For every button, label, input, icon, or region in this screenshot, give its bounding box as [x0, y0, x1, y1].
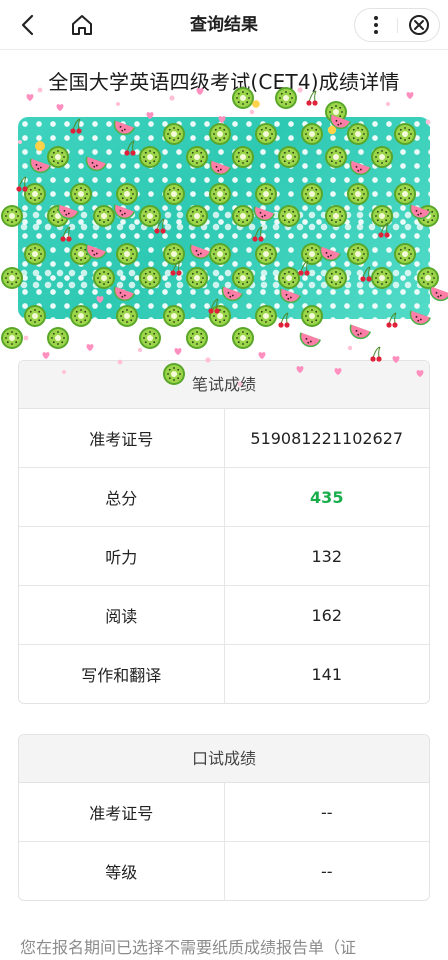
- capsule-divider: [397, 18, 398, 33]
- total-score-value: 435: [310, 487, 344, 507]
- mini-program-capsule: [354, 8, 440, 42]
- written-score-card: 笔试成绩 准考证号 519081221102627 总分 435 听力 132 …: [18, 360, 430, 704]
- oral-score-card: 口试成绩 准考证号 -- 等级 --: [18, 734, 430, 901]
- oral-card-title: 口试成绩: [19, 735, 429, 783]
- admission-number-label: 准考证号: [19, 409, 225, 467]
- reading-value: 162: [311, 605, 343, 625]
- total-score-label: 总分: [19, 468, 225, 526]
- listening-label: 听力: [19, 527, 225, 585]
- oral-grade-label: 等级: [19, 842, 225, 900]
- paper-report-note: 您在报名期间已选择不需要纸质成绩报告单（证: [20, 938, 357, 957]
- banner-dot-strip: [18, 209, 430, 235]
- written-card-title: 笔试成绩: [19, 361, 429, 409]
- oral-admission-number-value: --: [320, 802, 333, 822]
- table-row: 听力 132: [19, 527, 429, 586]
- banner-dot-strip: [18, 267, 430, 293]
- table-row: 阅读 162: [19, 586, 429, 645]
- close-circle-icon[interactable]: [405, 12, 433, 38]
- oral-admission-number-label: 准考证号: [19, 783, 225, 841]
- listening-value: 132: [311, 546, 343, 566]
- writing-translation-label: 写作和翻译: [19, 645, 225, 703]
- celebration-banner: [18, 117, 430, 319]
- table-row: 准考证号 --: [19, 783, 429, 842]
- table-row: 总分 435: [19, 468, 429, 527]
- oral-grade-value: --: [320, 861, 333, 881]
- result-heading: 全国大学英语四级考试(CET4)成绩详情: [48, 70, 400, 94]
- table-row: 写作和翻译 141: [19, 645, 429, 703]
- more-dots-icon[interactable]: [361, 12, 391, 38]
- writing-translation-value: 141: [311, 664, 343, 684]
- admission-number-value: 519081221102627: [250, 428, 404, 448]
- top-nav-bar: 查询结果: [0, 0, 448, 50]
- reading-label: 阅读: [19, 586, 225, 644]
- table-row: 等级 --: [19, 842, 429, 900]
- table-row: 准考证号 519081221102627: [19, 409, 429, 468]
